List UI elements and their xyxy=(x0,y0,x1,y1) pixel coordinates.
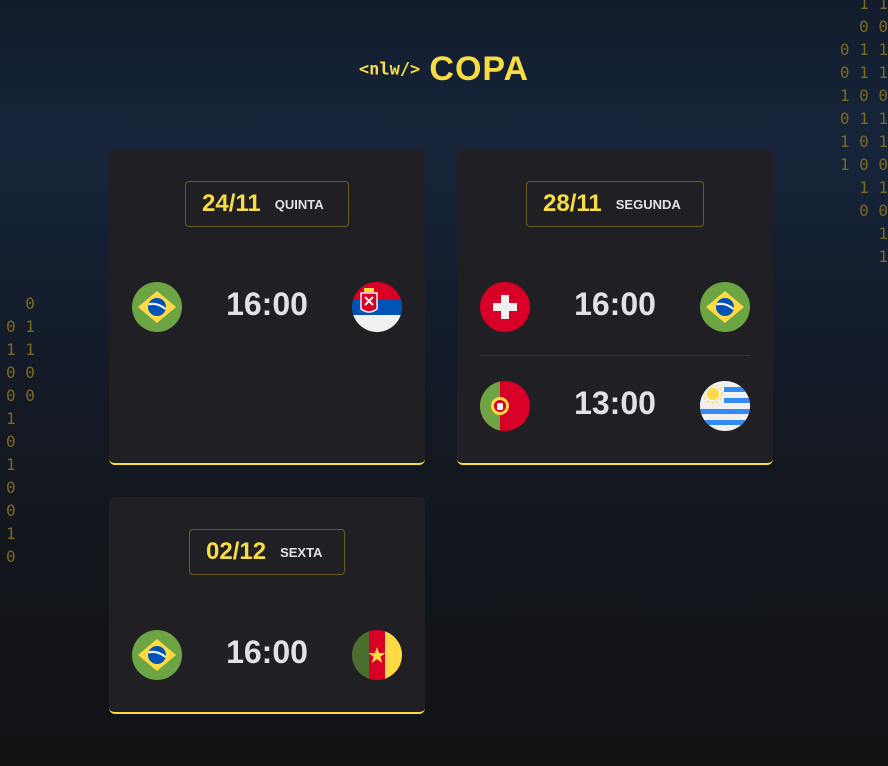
binary-decoration-left: 0 0 1 1 1 0 0 0 0 1 0 1 0 0 1 0 xyxy=(6,294,35,566)
uruguay-flag-icon xyxy=(700,381,750,431)
date-box: 24/11 QUINTA xyxy=(185,181,349,227)
logo-tag: <nlw/> xyxy=(358,59,421,80)
match-card-2411: 24/11 QUINTA 16:00 xyxy=(109,149,425,465)
logo: <nlw/> COPA xyxy=(0,50,888,89)
cameroon-flag-icon xyxy=(352,630,402,680)
match-date: 28/11 xyxy=(543,190,602,217)
brazil-flag-icon xyxy=(700,282,750,332)
match-card-0212: 02/12 SEXTA 16:00 xyxy=(109,497,425,714)
match-weekday: SEGUNDA xyxy=(615,196,681,212)
match-row: 16:00 xyxy=(132,630,402,680)
match-card-2811: 28/11 SEGUNDA 16:00 13:00 xyxy=(457,149,773,465)
match-row: 13:00 xyxy=(480,381,750,431)
date-box: 28/11 SEGUNDA xyxy=(526,181,704,227)
date-box: 02/12 SEXTA xyxy=(189,529,345,575)
match-divider xyxy=(480,355,750,356)
serbia-flag-icon xyxy=(352,282,402,332)
match-date: 02/12 xyxy=(206,538,267,565)
match-row: 16:00 xyxy=(132,282,402,332)
match-date: 24/11 xyxy=(202,190,261,217)
match-row: 16:00 xyxy=(480,282,750,332)
match-weekday: QUINTA xyxy=(274,196,324,212)
binary-decoration-right: 1 1 0 0 0 1 1 0 1 1 1 0 0 0 1 1 1 0 1 1 … xyxy=(839,0,888,266)
logo-title: COPA xyxy=(429,50,530,88)
match-weekday: SEXTA xyxy=(280,544,323,560)
